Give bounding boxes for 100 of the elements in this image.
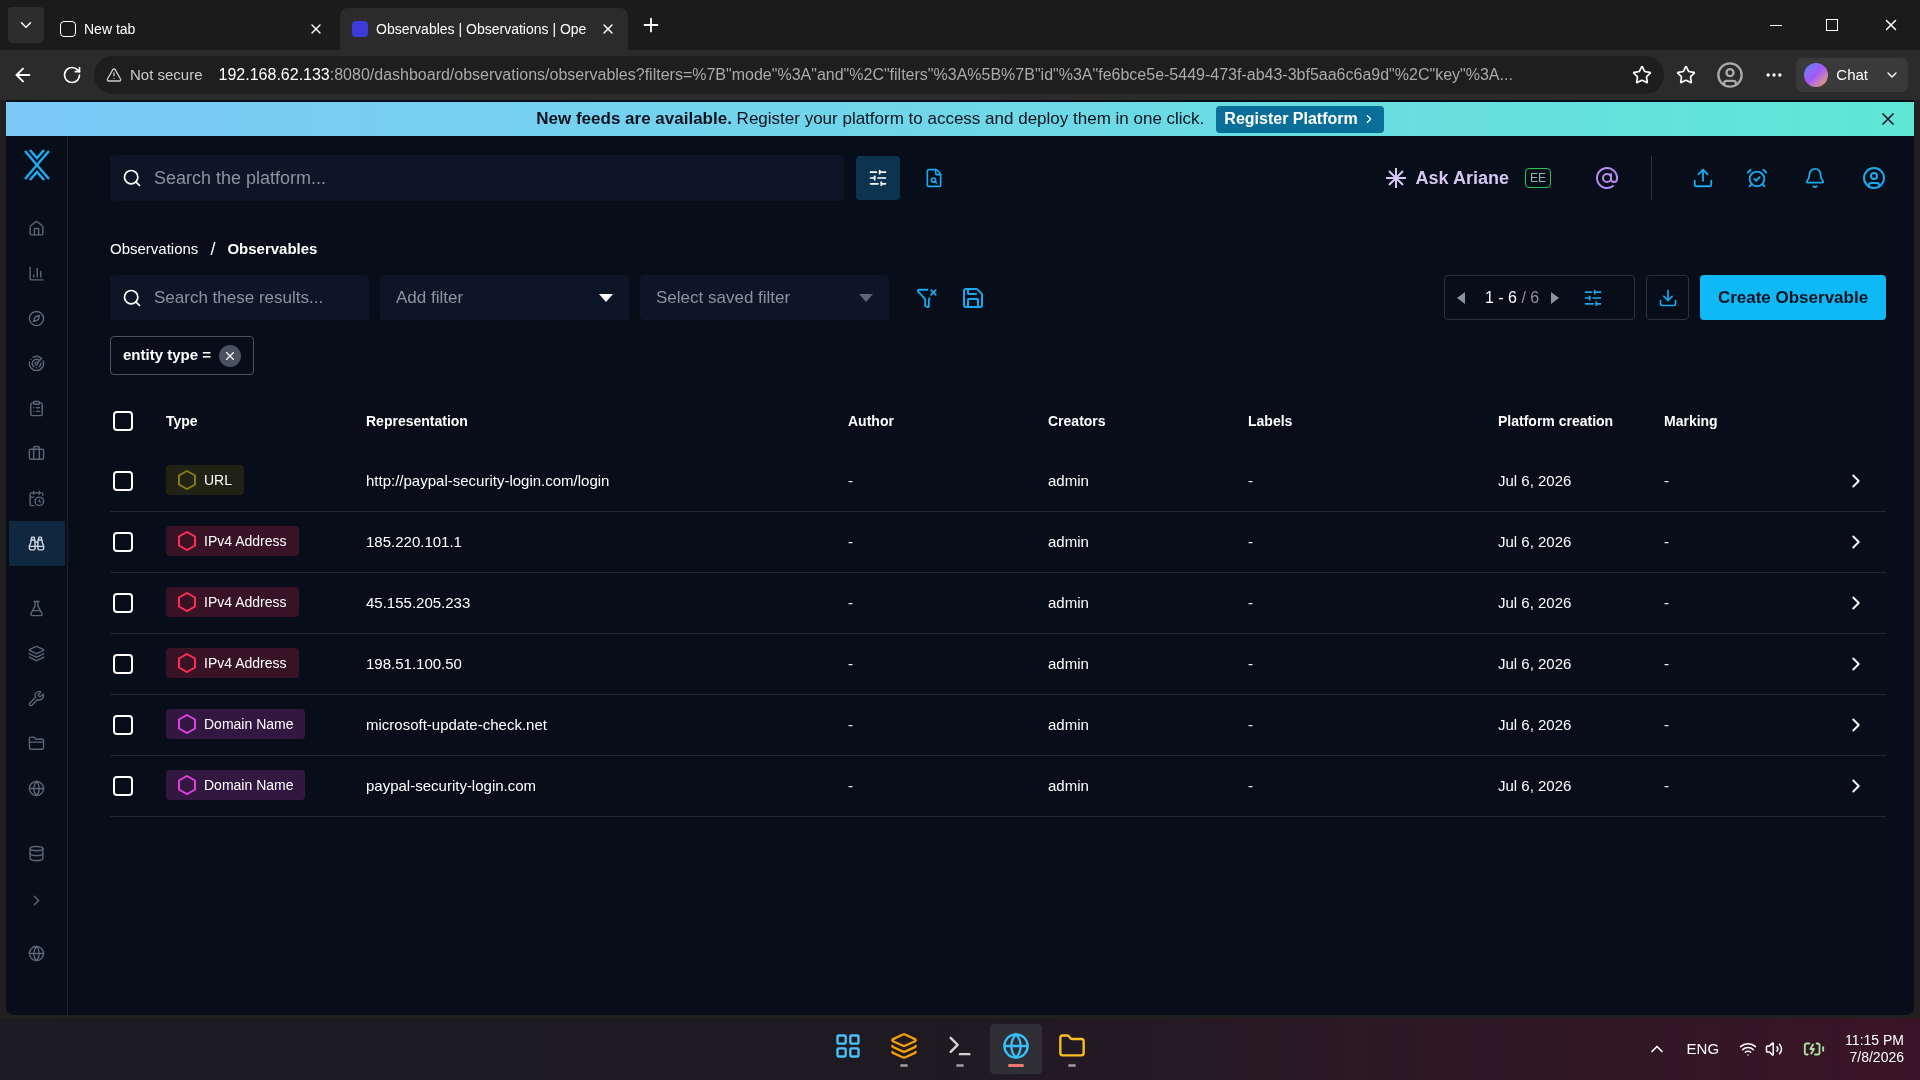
account-icon[interactable]: [1862, 166, 1886, 190]
clear-filters-icon[interactable]: [916, 286, 938, 309]
wifi-icon[interactable]: [1739, 1040, 1758, 1058]
reload-icon[interactable]: [62, 65, 82, 85]
marking-cell-text: -: [1664, 714, 1670, 735]
row-checkbox[interactable]: [113, 776, 133, 796]
home-icon: [28, 220, 45, 237]
tab-title: New tab: [84, 19, 137, 39]
at-icon[interactable]: [1595, 166, 1619, 190]
table-row[interactable]: URL http://paypal-security-login.com/login - admin - Jul 6, 2026 -: [110, 451, 1886, 512]
binoculars-icon: [28, 535, 45, 552]
app-logo-icon: [352, 21, 368, 37]
chat-button[interactable]: Chat: [1796, 58, 1908, 92]
breadcrumb-separator: /: [210, 238, 216, 261]
table-row[interactable]: IPv4 Address 185.220.101.1 - admin - Jul 6, 2026 -: [110, 512, 1886, 573]
tab-title: Observables | Observations | Ope: [376, 19, 588, 39]
type-tag: IPv4 Address: [166, 587, 299, 618]
alarm-clock-icon[interactable]: [1746, 167, 1768, 189]
app-logo-icon[interactable]: [21, 148, 52, 182]
table-row[interactable]: IPv4 Address 198.51.100.50 - admin - Jul 6, 2026 -: [110, 634, 1886, 695]
page-range: 1 - 6 / 6: [1485, 287, 1540, 308]
filter-chip[interactable]: entity type =: [110, 336, 254, 375]
creation-date-cell-text: Jul 6, 2026: [1498, 714, 1573, 735]
browser-icon: [1002, 1031, 1030, 1060]
table-row[interactable]: Domain Name microsoft-update-check.net - admin - Jul 6, 2026 -: [110, 695, 1886, 756]
volume-icon[interactable]: [1765, 1040, 1784, 1058]
register-platform-button[interactable]: Register Platform: [1216, 105, 1384, 133]
labels-cell-text: -: [1248, 531, 1254, 552]
row-checkbox[interactable]: [113, 593, 133, 613]
table-row[interactable]: IPv4 Address 45.155.205.233 - admin - Jul 6, 2026 -: [110, 573, 1886, 634]
clock-date[interactable]: 7/8/2026: [1849, 1049, 1904, 1067]
column-settings-icon[interactable]: [1583, 287, 1604, 308]
browser-tab[interactable]: New tab: [48, 8, 336, 50]
breadcrumb-current: Observables: [227, 239, 318, 260]
database-icon: [28, 845, 45, 862]
creators-cell-text: admin: [1048, 775, 1090, 796]
profile-icon[interactable]: [1716, 61, 1745, 89]
saved-filter-dropdown[interactable]: Select saved filter: [640, 275, 889, 320]
breadcrumb-link[interactable]: Observations: [110, 238, 199, 261]
representation-cell-text: 185.220.101.1: [366, 531, 463, 552]
favorites-icon[interactable]: [1676, 65, 1697, 85]
taskbar-app[interactable]: [990, 1024, 1042, 1074]
select-all-checkbox[interactable]: [113, 411, 133, 431]
labels-cell-text: -: [1248, 592, 1254, 613]
add-filter-dropdown[interactable]: Add filter: [380, 275, 629, 320]
creators-cell-text: admin: [1048, 714, 1090, 735]
star-icon[interactable]: [1632, 65, 1653, 85]
caret-down-icon: [599, 293, 613, 302]
download-icon: [1657, 287, 1678, 308]
tab-list-button[interactable]: [8, 7, 44, 43]
results-search-field[interactable]: Search these results...: [110, 275, 369, 320]
creators-cell-text: admin: [1048, 592, 1090, 613]
folder-icon: [1058, 1031, 1086, 1060]
restore-icon[interactable]: [1826, 19, 1838, 31]
platform-search-field[interactable]: Search the platform...: [110, 155, 844, 201]
bell-icon[interactable]: [1804, 167, 1826, 189]
author-cell-text: -: [848, 775, 854, 796]
edition-badge: EE: [1525, 168, 1551, 188]
previous-icon[interactable]: [1457, 291, 1465, 304]
type-tag: URL: [166, 465, 244, 496]
globe-icon[interactable]: [28, 945, 45, 962]
remove-icon[interactable]: [218, 344, 241, 367]
security-label: Not secure: [130, 64, 203, 85]
creation-date-cell-text: Jul 6, 2026: [1498, 531, 1573, 552]
address-bar[interactable]: Not secure 192.168.62.133:8080/dashboard/observations/observables?filters=%7B"mode"%3A"and"%2C"filters"%3A%5B%7B"id"%3A"fe6bce5e-5449-473f-ab43-3bf5aa6c6a9d"%2C"key"%3A...: [94, 56, 1665, 94]
layers-icon: [28, 645, 45, 662]
representation-cell-text: 45.155.205.233: [366, 592, 472, 613]
folder-icon: [28, 735, 45, 752]
table-row[interactable]: Domain Name paypal-security-login.com - admin - Jul 6, 2026 -: [110, 756, 1886, 817]
row-checkbox[interactable]: [113, 532, 133, 552]
globe-icon: [28, 780, 45, 797]
save-icon[interactable]: [961, 285, 985, 310]
type-tag: IPv4 Address: [166, 526, 299, 557]
clock-time[interactable]: 11:15 PM: [1845, 1031, 1904, 1049]
clipboard-icon: [28, 400, 45, 417]
download-button[interactable]: [1646, 275, 1689, 320]
marking-cell-text: -: [1664, 470, 1670, 491]
minimize-icon[interactable]: [1770, 24, 1782, 26]
filters-button[interactable]: [856, 156, 900, 200]
sparkle-icon: [1383, 166, 1408, 190]
banner-message: New feeds are available. Register your platform to access and deploy them in one click.: [536, 108, 1205, 131]
sidebar-item[interactable]: [8, 521, 65, 566]
column-header: Creators: [1048, 411, 1107, 431]
row-checkbox[interactable]: [113, 715, 133, 735]
search-icon: [122, 287, 142, 308]
url-text: 192.168.62.133:8080/dashboard/observations/observables?filters=%7B"mode"%3A"and"%2C"filters"%3A%5B%7B"id"%3A"fe6bce5e-5449-473f-ab43-3bf5aa6c6a9d"%2C"key"%3A...: [218, 65, 1513, 85]
row-checkbox[interactable]: [113, 654, 133, 674]
row-checkbox[interactable]: [113, 471, 133, 491]
type-tag: Domain Name: [166, 709, 306, 740]
upload-icon[interactable]: [1692, 167, 1714, 189]
ask-ariane-button[interactable]: Ask Ariane: [1383, 164, 1509, 192]
compass-icon: [28, 310, 45, 327]
next-icon[interactable]: [1551, 291, 1560, 304]
language-indicator[interactable]: ENG: [1686, 1037, 1720, 1061]
search-list-icon[interactable]: [924, 168, 944, 188]
creation-date-cell-text: Jul 6, 2026: [1498, 470, 1573, 491]
column-header: Type: [166, 411, 199, 431]
representation-cell-text: http://paypal-security-login.com/login: [366, 470, 611, 491]
browser-tab[interactable]: Observables | Observations | Ope: [340, 8, 628, 50]
create-observable-button[interactable]: Create Observable: [1700, 275, 1886, 320]
